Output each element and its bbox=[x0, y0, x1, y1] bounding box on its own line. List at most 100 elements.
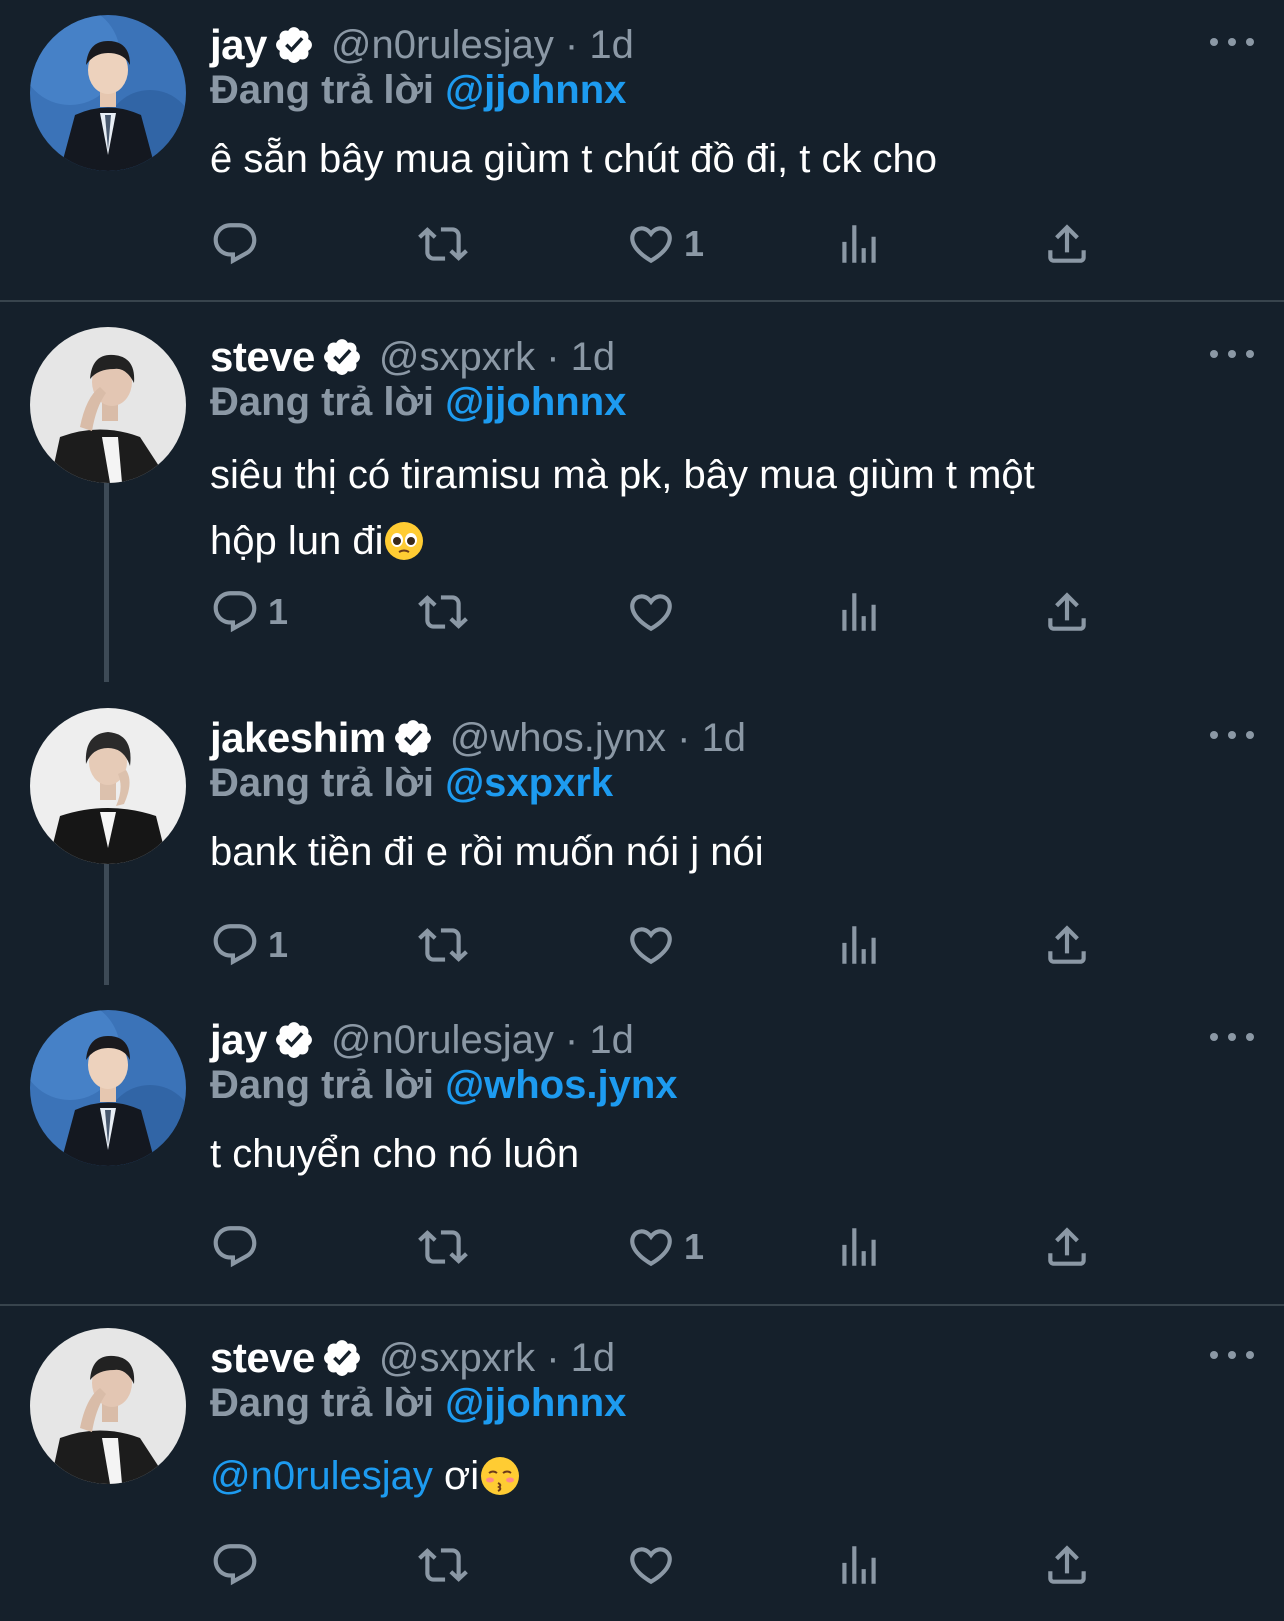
display-name[interactable]: jay bbox=[210, 21, 267, 69]
verified-badge-icon bbox=[273, 24, 315, 66]
more-icon[interactable] bbox=[1210, 1022, 1254, 1052]
like-icon bbox=[626, 920, 676, 970]
views-icon bbox=[834, 1222, 884, 1272]
display-name[interactable]: jakeshim bbox=[210, 714, 386, 762]
share-icon bbox=[1042, 1540, 1092, 1590]
like-count: 1 bbox=[684, 1226, 705, 1267]
like-icon bbox=[626, 1222, 676, 1272]
views-button[interactable] bbox=[834, 915, 884, 975]
share-button[interactable] bbox=[1042, 1217, 1092, 1277]
handle-and-time[interactable]: @sxpxrk · 1d bbox=[379, 1336, 615, 1381]
tweet-text: bank tiền đi e rồi muốn nói j nói bbox=[210, 830, 764, 874]
replying-to-mention[interactable]: @jjohnnx bbox=[445, 68, 626, 112]
reply-count: 1 bbox=[268, 591, 289, 632]
display-name[interactable]: steve bbox=[210, 333, 315, 381]
handle-and-time[interactable]: @whos.jynx · 1d bbox=[450, 716, 746, 761]
avatar[interactable] bbox=[30, 708, 186, 864]
replying-to-mention[interactable]: @sxpxrk bbox=[445, 761, 613, 805]
avatar[interactable] bbox=[30, 327, 186, 483]
tweet[interactable]: jakeshim @whos.jynx · 1d Đang trả lời @s… bbox=[0, 693, 1284, 983]
replying-to-label: Đang trả lời bbox=[210, 761, 435, 805]
reply-button[interactable] bbox=[210, 1217, 268, 1277]
verified-badge-icon bbox=[273, 1019, 315, 1061]
kissing-face-emoji bbox=[481, 1457, 520, 1495]
tweet-text-line2: hộp lun đi bbox=[210, 519, 384, 563]
retweet-button[interactable] bbox=[418, 1217, 468, 1277]
share-button[interactable] bbox=[1042, 214, 1092, 274]
more-icon[interactable] bbox=[1210, 339, 1254, 369]
views-button[interactable] bbox=[834, 582, 884, 642]
views-icon bbox=[834, 1540, 884, 1590]
tweet[interactable]: steve @sxpxrk · 1d Đang trả lời @jjohnnx… bbox=[0, 1313, 1284, 1621]
share-button[interactable] bbox=[1042, 582, 1092, 642]
replying-to-mention[interactable]: @jjohnnx bbox=[445, 380, 626, 424]
handle-and-time[interactable]: @sxpxrk · 1d bbox=[379, 335, 615, 380]
replying-to: Đang trả lời @jjohnnx bbox=[210, 68, 626, 113]
action-bar: 1 bbox=[210, 582, 1130, 642]
like-button[interactable]: 1 bbox=[626, 214, 704, 274]
like-icon bbox=[626, 219, 676, 269]
avatar[interactable] bbox=[30, 1010, 186, 1166]
like-button[interactable]: 1 bbox=[626, 1217, 704, 1277]
avatar[interactable] bbox=[30, 1328, 186, 1484]
reply-icon bbox=[210, 1222, 260, 1272]
like-button[interactable] bbox=[626, 1535, 684, 1595]
views-icon bbox=[834, 219, 884, 269]
retweet-button[interactable] bbox=[418, 1535, 468, 1595]
tweet-mention[interactable]: @n0rulesjay bbox=[210, 1454, 433, 1498]
retweet-button[interactable] bbox=[418, 214, 468, 274]
views-icon bbox=[834, 920, 884, 970]
views-button[interactable] bbox=[834, 214, 884, 274]
like-button[interactable] bbox=[626, 582, 684, 642]
retweet-button[interactable] bbox=[418, 582, 468, 642]
replying-to: Đang trả lời @whos.jynx bbox=[210, 1063, 678, 1108]
retweet-icon bbox=[418, 920, 468, 970]
reply-button[interactable]: 1 bbox=[210, 582, 288, 642]
views-button[interactable] bbox=[834, 1535, 884, 1595]
verified-badge-icon bbox=[321, 1337, 363, 1379]
action-bar bbox=[210, 1535, 1130, 1595]
reply-icon bbox=[210, 219, 260, 269]
replying-to-mention[interactable]: @whos.jynx bbox=[445, 1063, 677, 1107]
reply-button[interactable] bbox=[210, 214, 268, 274]
avatar[interactable] bbox=[30, 15, 186, 171]
replying-to: Đang trả lời @sxpxrk bbox=[210, 761, 613, 806]
tweet-text: ê sẵn bây mua giùm t chút đồ đi, t ck ch… bbox=[210, 137, 938, 181]
more-icon[interactable] bbox=[1210, 27, 1254, 57]
pleading-face-emoji bbox=[385, 522, 424, 560]
more-icon[interactable] bbox=[1210, 720, 1254, 750]
like-button[interactable] bbox=[626, 915, 684, 975]
tweet[interactable]: jay @n0rulesjay · 1d Đang trả lời @jjohn… bbox=[0, 0, 1284, 292]
reply-button[interactable]: 1 bbox=[210, 915, 288, 975]
replying-to-mention[interactable]: @jjohnnx bbox=[445, 1381, 626, 1425]
tweet-text: siêu thị có tiramisu mà pk, bây mua giùm… bbox=[210, 442, 1210, 574]
handle-and-time[interactable]: @n0rulesjay · 1d bbox=[331, 23, 634, 68]
share-button[interactable] bbox=[1042, 915, 1092, 975]
more-icon[interactable] bbox=[1210, 1340, 1254, 1370]
tweet[interactable]: jay @n0rulesjay · 1d Đang trả lời @whos.… bbox=[0, 995, 1284, 1295]
tweet-text-line1: siêu thị có tiramisu mà pk, bây mua giùm… bbox=[210, 453, 1035, 497]
reply-button[interactable] bbox=[210, 1535, 268, 1595]
verified-badge-icon bbox=[321, 336, 363, 378]
share-button[interactable] bbox=[1042, 1535, 1092, 1595]
like-count: 1 bbox=[684, 223, 705, 264]
like-icon bbox=[626, 1540, 676, 1590]
tweet-text-rest: ơi bbox=[432, 1454, 480, 1498]
retweet-icon bbox=[418, 1222, 468, 1272]
replying-to-label: Đang trả lời bbox=[210, 380, 435, 424]
display-name[interactable]: steve bbox=[210, 1334, 315, 1382]
retweet-icon bbox=[418, 1540, 468, 1590]
replying-to-label: Đang trả lời bbox=[210, 68, 435, 112]
share-icon bbox=[1042, 219, 1092, 269]
handle-and-time[interactable]: @n0rulesjay · 1d bbox=[331, 1018, 634, 1063]
divider bbox=[0, 1304, 1284, 1306]
divider bbox=[0, 300, 1284, 302]
verified-badge-icon bbox=[392, 717, 434, 759]
views-button[interactable] bbox=[834, 1217, 884, 1277]
tweet-text: @n0rulesjay ơi bbox=[210, 1443, 1210, 1509]
display-name[interactable]: jay bbox=[210, 1016, 267, 1064]
share-icon bbox=[1042, 587, 1092, 637]
tweet[interactable]: steve @sxpxrk · 1d Đang trả lời @jjohnnx… bbox=[0, 312, 1284, 682]
retweet-button[interactable] bbox=[418, 915, 468, 975]
replying-to-label: Đang trả lời bbox=[210, 1063, 435, 1107]
